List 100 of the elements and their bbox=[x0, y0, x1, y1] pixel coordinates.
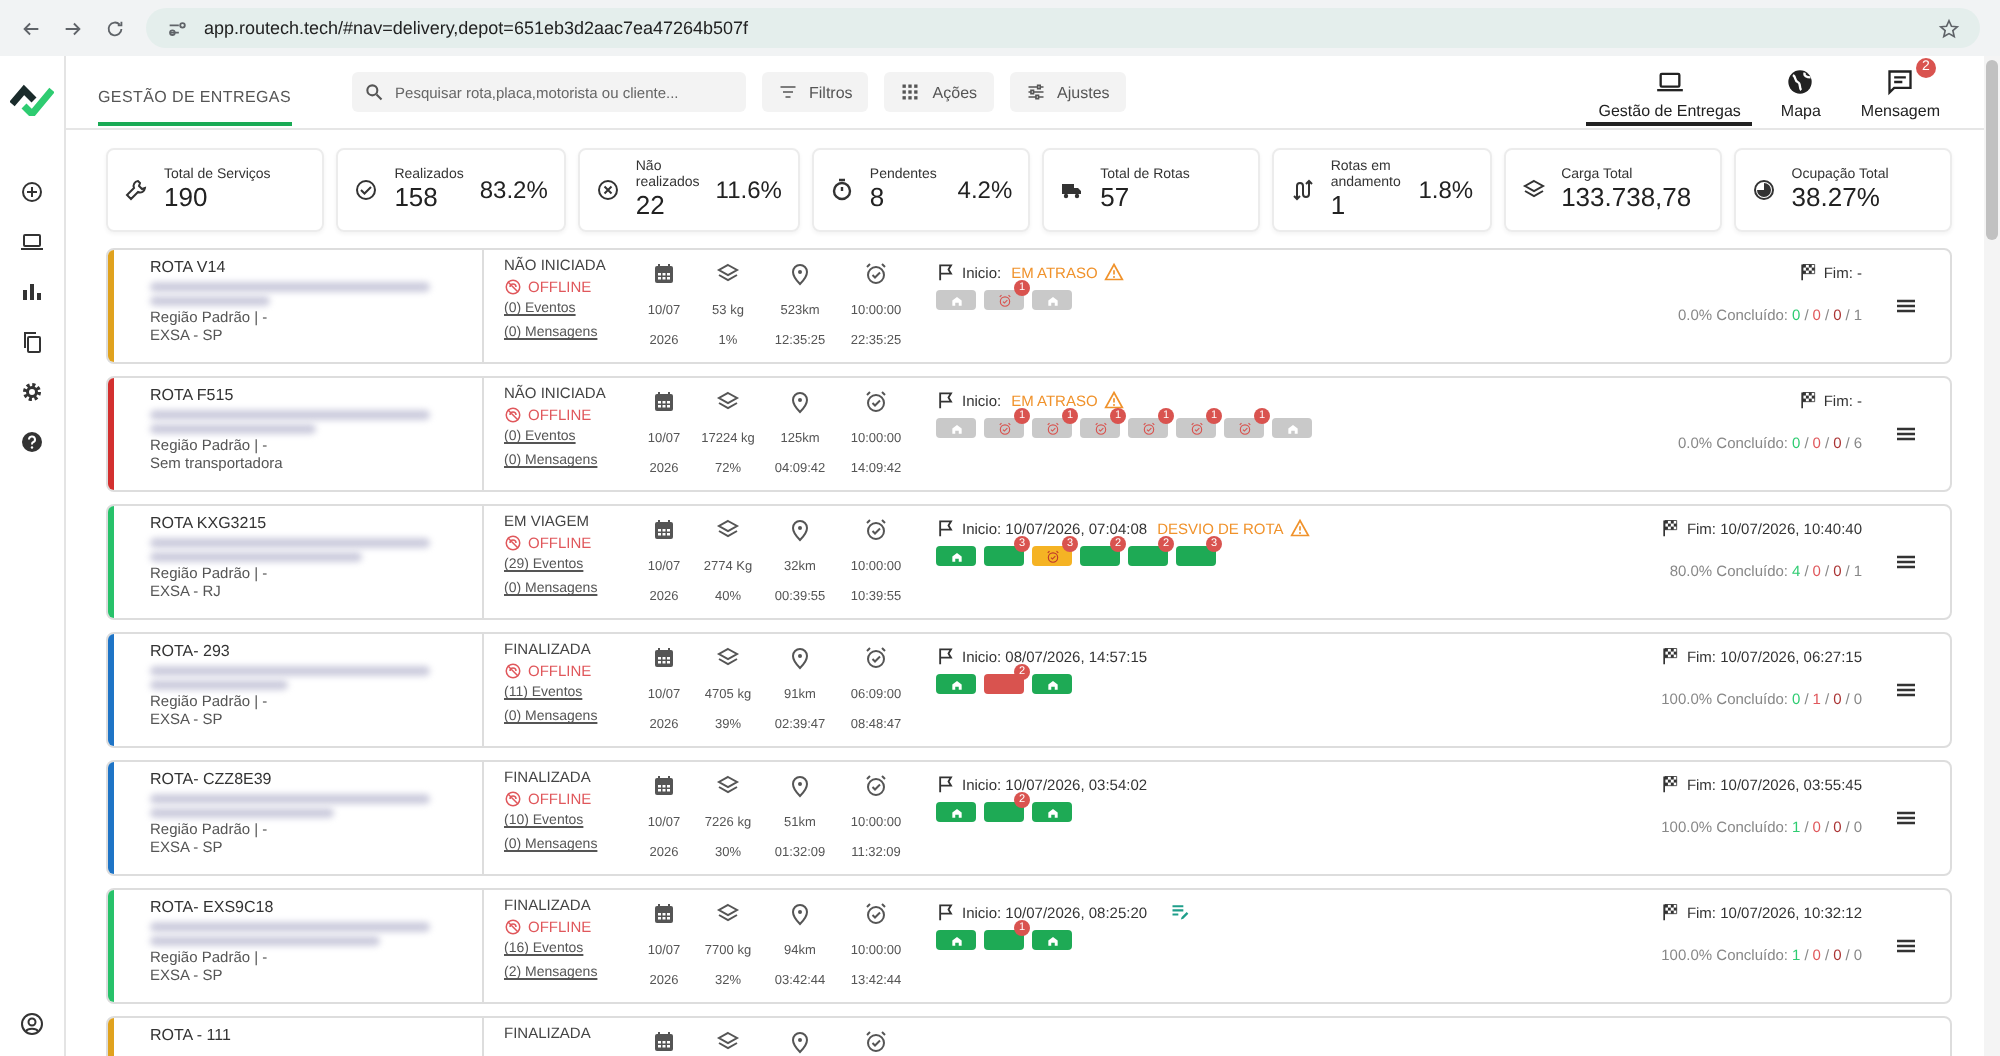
laptop-icon[interactable] bbox=[20, 230, 44, 254]
alarm-icon bbox=[864, 902, 888, 926]
nav-tab[interactable]: Gestão de Entregas bbox=[1586, 58, 1753, 126]
site-settings-icon[interactable] bbox=[166, 17, 188, 39]
pin-icon bbox=[788, 902, 812, 926]
layers-icon bbox=[716, 646, 740, 670]
house-icon bbox=[1045, 933, 1059, 947]
forward-icon[interactable] bbox=[62, 17, 84, 39]
stop-chip[interactable] bbox=[984, 290, 1024, 310]
toolbar-button[interactable]: Ajustes bbox=[1009, 72, 1126, 112]
laptop-icon bbox=[1655, 68, 1684, 96]
menu-icon[interactable] bbox=[1894, 550, 1918, 574]
scrollbar-thumb[interactable] bbox=[1986, 60, 1998, 240]
alarm-icon bbox=[864, 646, 888, 670]
page-title-tab[interactable]: GESTÃO DE ENTREGAS bbox=[98, 76, 292, 126]
back-icon[interactable] bbox=[20, 17, 42, 39]
stat-percent: 4.2% bbox=[957, 176, 1013, 204]
alarm-icon bbox=[1045, 549, 1059, 563]
stat-value: 190 bbox=[164, 184, 210, 212]
add-icon[interactable] bbox=[20, 180, 44, 204]
house-icon bbox=[949, 421, 963, 435]
stop-chip[interactable] bbox=[1272, 418, 1312, 438]
alarm-icon bbox=[1237, 421, 1251, 435]
toolbar-button[interactable]: Filtros bbox=[761, 72, 869, 112]
checkered-flag-icon bbox=[1797, 390, 1818, 410]
checkered-flag-icon bbox=[1660, 518, 1681, 538]
route-name: ROTA KXG3215 bbox=[150, 514, 269, 534]
bar-chart-icon[interactable] bbox=[20, 280, 44, 304]
warning-icon bbox=[1103, 262, 1124, 282]
offline-icon bbox=[504, 278, 522, 296]
menu-icon[interactable] bbox=[1894, 294, 1918, 318]
menu-icon[interactable] bbox=[1894, 422, 1918, 446]
stop-chip[interactable] bbox=[1032, 290, 1072, 310]
star-icon[interactable] bbox=[1938, 17, 1960, 39]
checkered-flag-icon bbox=[1660, 902, 1681, 922]
x-circle-icon bbox=[595, 178, 620, 202]
layers-icon bbox=[1521, 178, 1546, 202]
flag-icon bbox=[936, 518, 956, 538]
alarm-icon bbox=[997, 421, 1011, 435]
help-icon[interactable] bbox=[20, 430, 44, 454]
calendar-icon bbox=[652, 518, 676, 542]
checkered-flag-icon bbox=[1660, 774, 1681, 794]
copy-icon[interactable] bbox=[20, 330, 44, 354]
flag-icon bbox=[936, 646, 956, 666]
alarm-icon bbox=[1141, 421, 1155, 435]
menu-icon[interactable] bbox=[1894, 678, 1918, 702]
address-bar[interactable]: app.routech.tech/#nav=delivery,depot=651eb3d2aac7ea47264b507f bbox=[146, 8, 1980, 48]
offline-icon bbox=[504, 534, 522, 552]
offline-icon bbox=[504, 790, 522, 808]
check-circle-icon bbox=[354, 178, 379, 202]
warning-icon bbox=[1103, 390, 1124, 410]
nav-tab[interactable]: Mapa bbox=[1768, 58, 1833, 126]
pin-icon bbox=[788, 774, 812, 798]
stop-chip[interactable] bbox=[1224, 418, 1264, 438]
stat-percent: 1.8% bbox=[1418, 176, 1474, 204]
stop-chip[interactable] bbox=[936, 802, 976, 822]
layers-icon bbox=[716, 1030, 740, 1054]
stop-chip[interactable] bbox=[1032, 930, 1072, 950]
stat-value: 8 bbox=[869, 184, 887, 212]
alarm-icon bbox=[1045, 421, 1059, 435]
reload-icon[interactable] bbox=[104, 17, 126, 39]
user-icon[interactable] bbox=[20, 1012, 44, 1036]
toolbar-button[interactable]: Ações bbox=[884, 72, 994, 112]
filter-icon bbox=[777, 82, 798, 102]
stop-chip[interactable] bbox=[1080, 418, 1120, 438]
stat-percent: 11.6% bbox=[715, 176, 782, 204]
route-name: ROTA- CZZ8E39 bbox=[150, 770, 274, 790]
calendar-icon bbox=[652, 902, 676, 926]
warning-icon bbox=[1289, 518, 1310, 538]
stat-percent: 83.2% bbox=[479, 176, 548, 204]
alarm-icon bbox=[864, 518, 888, 542]
stop-chip[interactable] bbox=[1032, 546, 1072, 566]
logo[interactable] bbox=[10, 84, 54, 116]
stop-chip[interactable] bbox=[936, 290, 976, 310]
house-icon bbox=[1045, 677, 1059, 691]
stop-chip[interactable] bbox=[936, 930, 976, 950]
stop-chip[interactable] bbox=[936, 674, 976, 694]
offline-icon bbox=[504, 662, 522, 680]
stop-chip[interactable] bbox=[1032, 418, 1072, 438]
settings-icon[interactable] bbox=[20, 380, 44, 404]
globe-icon bbox=[1786, 68, 1815, 96]
flag-icon bbox=[936, 390, 956, 410]
layers-icon bbox=[716, 902, 740, 926]
house-icon bbox=[949, 677, 963, 691]
alarm-icon bbox=[864, 1030, 888, 1054]
menu-icon[interactable] bbox=[1894, 934, 1918, 958]
stop-chip[interactable] bbox=[1032, 802, 1072, 822]
stop-chip[interactable] bbox=[936, 546, 976, 566]
pin-icon bbox=[788, 390, 812, 414]
alarm-icon bbox=[864, 262, 888, 286]
stat-value: 57 bbox=[1100, 184, 1132, 212]
stop-chip[interactable] bbox=[1176, 418, 1216, 438]
menu-icon[interactable] bbox=[1894, 806, 1918, 830]
house-icon bbox=[949, 933, 963, 947]
stop-chip[interactable] bbox=[936, 418, 976, 438]
calendar-icon bbox=[652, 646, 676, 670]
stop-chip[interactable] bbox=[1128, 418, 1168, 438]
alarm-icon bbox=[864, 390, 888, 414]
stop-chip[interactable] bbox=[984, 418, 1024, 438]
stop-chip[interactable] bbox=[1032, 674, 1072, 694]
